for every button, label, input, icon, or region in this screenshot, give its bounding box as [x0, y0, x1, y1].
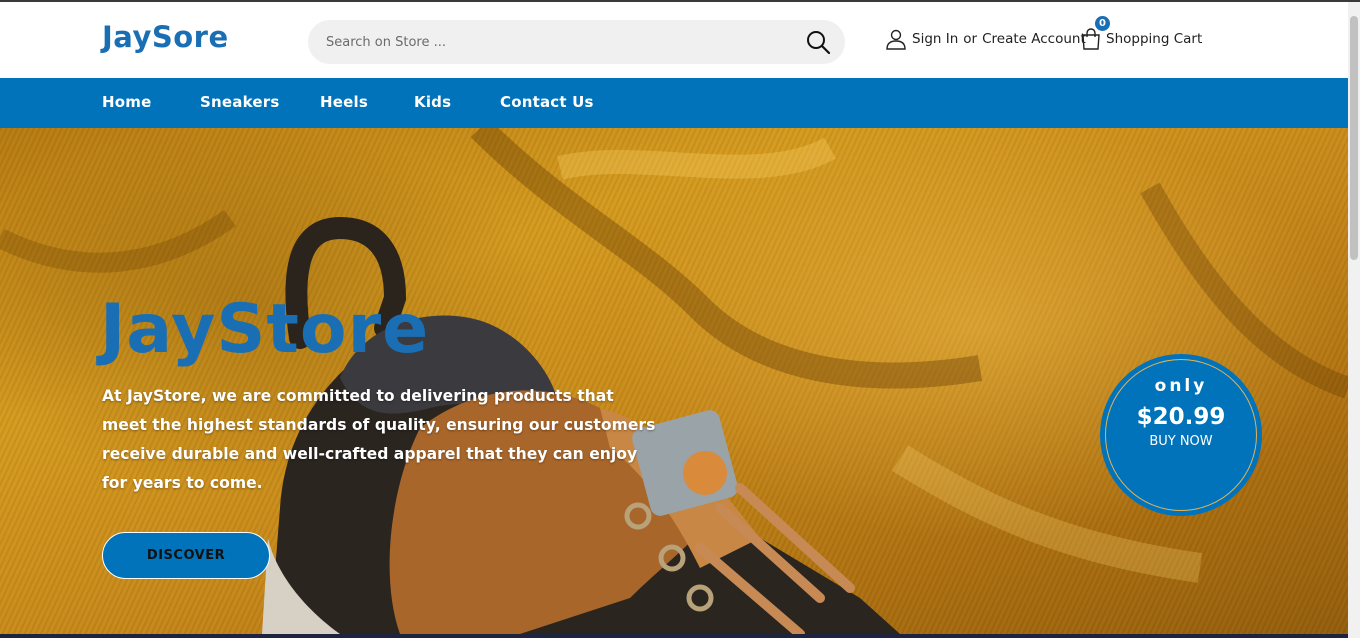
shopping-cart-label: Shopping Cart	[1106, 31, 1203, 47]
bottom-edge	[0, 634, 1348, 638]
promo-price: $20.99	[1136, 404, 1226, 430]
main-nav: Home Sneakers Heels Kids Contact Us	[0, 78, 1348, 128]
promo-only-label: only	[1154, 376, 1208, 396]
search-bar	[308, 20, 845, 64]
cart-count-badge: 0	[1095, 16, 1110, 31]
nav-item-heels[interactable]: Heels	[320, 93, 368, 111]
user-icon[interactable]	[885, 28, 907, 50]
create-account-link[interactable]: Create Account	[982, 31, 1086, 47]
hero-title: JayStore	[100, 290, 430, 369]
nav-item-contact-us[interactable]: Contact Us	[500, 93, 594, 111]
account-links: Sign In or Create Account	[885, 26, 1086, 52]
search-input[interactable]	[326, 20, 796, 64]
site-logo[interactable]: JaySore	[102, 20, 229, 54]
discover-button[interactable]: DISCOVER	[102, 532, 270, 579]
price-promo-badge[interactable]: only $20.99 BUY NOW	[1100, 354, 1262, 516]
page-scrollbar[interactable]	[1348, 2, 1360, 638]
hero-description: At JayStore, we are committed to deliver…	[102, 387, 656, 492]
shopping-bag-icon	[1082, 28, 1100, 50]
sign-in-link[interactable]: Sign In	[912, 31, 958, 47]
site-header: JaySore Sign In or Create Account Shoppi…	[0, 2, 1348, 78]
or-text: or	[963, 31, 978, 47]
nav-item-sneakers[interactable]: Sneakers	[200, 93, 279, 111]
nav-item-kids[interactable]: Kids	[414, 93, 451, 111]
scrollbar-thumb[interactable]	[1350, 16, 1358, 260]
search-icon[interactable]	[805, 29, 831, 55]
hero-banner: JayStore At JayStore, we are committed t…	[0, 128, 1348, 634]
buy-now-label: BUY NOW	[1149, 434, 1213, 449]
nav-item-home[interactable]: Home	[102, 93, 151, 111]
